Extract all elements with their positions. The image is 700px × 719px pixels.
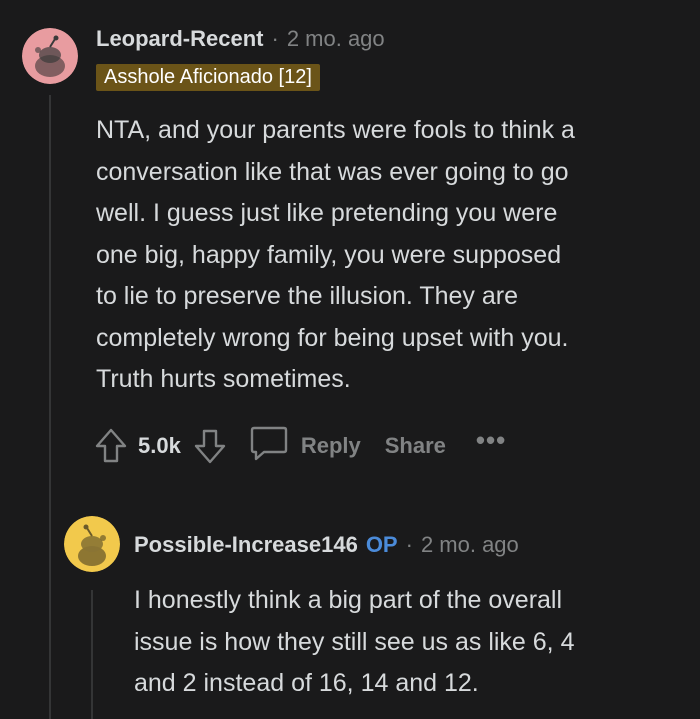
reply-line: and 2 instead of 16, 14 and 12. bbox=[134, 669, 479, 697]
comment-line: NTA, and your parents were fools to thin… bbox=[96, 116, 575, 144]
op-badge: OP bbox=[365, 532, 398, 557]
user-flair: Asshole Aficionado [12] bbox=[96, 64, 320, 91]
reply-button[interactable]: Reply bbox=[249, 424, 361, 468]
thread-line-main[interactable] bbox=[49, 95, 51, 719]
downvote-icon[interactable] bbox=[193, 427, 227, 465]
thread-line-reply[interactable] bbox=[91, 590, 93, 719]
meta-separator: · bbox=[271, 26, 279, 51]
reply-line: issue is how they still see us as like 6… bbox=[134, 627, 575, 656]
comment-author[interactable]: Leopard-Recent bbox=[96, 26, 263, 52]
comment-line: one big, happy family, you were supposed bbox=[96, 240, 562, 269]
vote-count: 5.0k bbox=[138, 433, 181, 458]
comment-line: completely wrong for being upset with yo… bbox=[96, 323, 569, 352]
comment-meta: Leopard-Recent · 2 mo. ago bbox=[96, 26, 385, 52]
avatar[interactable] bbox=[64, 516, 120, 572]
comment-line: conversation like that was ever going to… bbox=[96, 157, 569, 186]
upvote-icon[interactable] bbox=[94, 427, 128, 465]
comment-line: Truth hurts sometimes. bbox=[96, 365, 351, 393]
comment-actions: 5.0k Reply Share ••• bbox=[94, 424, 506, 468]
share-button[interactable]: Share bbox=[385, 433, 446, 459]
reply-line: I honestly think a big part of the overa… bbox=[134, 586, 563, 614]
meta-separator: · bbox=[405, 532, 413, 557]
reply-author[interactable]: Possible-Increase146 bbox=[134, 532, 358, 558]
comment-timestamp[interactable]: 2 mo. ago bbox=[287, 26, 385, 52]
more-options-icon[interactable]: ••• bbox=[476, 425, 506, 456]
reply-label: Reply bbox=[300, 433, 361, 458]
reply-meta: Possible-Increase146 OP · 2 mo. ago bbox=[134, 532, 519, 558]
comment-line: well. I guess just like pretending you w… bbox=[96, 199, 558, 227]
reply-body: I honestly think a big part of the overa… bbox=[134, 580, 574, 705]
comment-bubble-icon bbox=[249, 424, 289, 468]
reply-timestamp[interactable]: 2 mo. ago bbox=[421, 532, 519, 558]
comment-body: NTA, and your parents were fools to thin… bbox=[96, 110, 575, 401]
avatar[interactable] bbox=[22, 28, 78, 84]
comment-line: to lie to preserve the illusion. They ar… bbox=[96, 282, 518, 310]
